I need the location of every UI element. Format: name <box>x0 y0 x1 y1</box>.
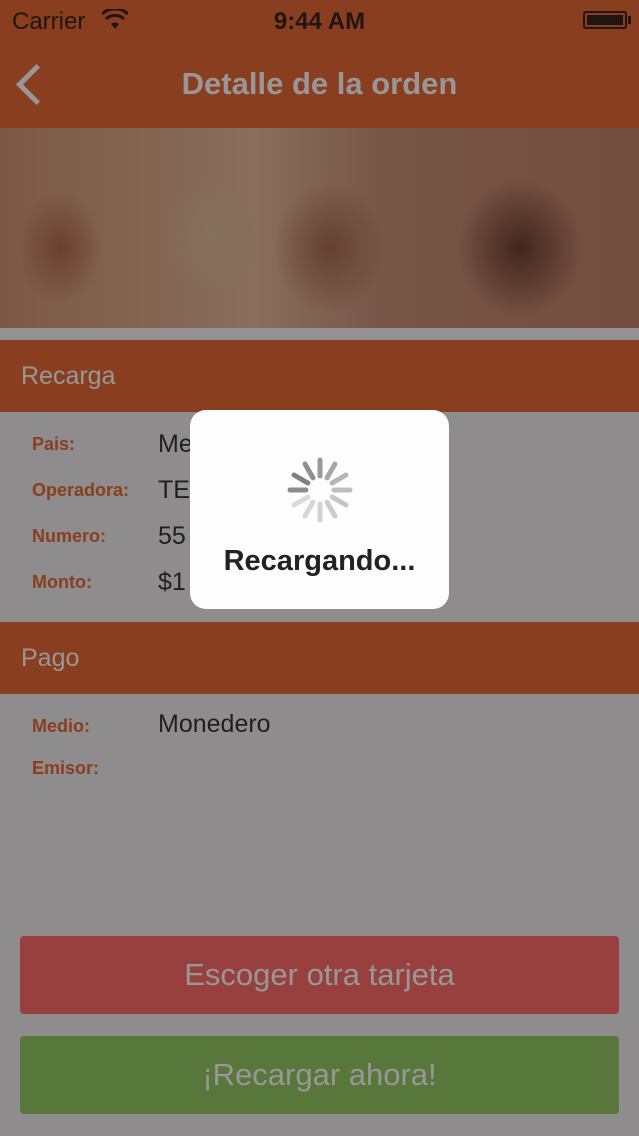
loading-message: Recargando... <box>223 545 416 577</box>
spinner-icon <box>287 457 353 523</box>
loading-dialog: Recargando... <box>190 410 449 609</box>
